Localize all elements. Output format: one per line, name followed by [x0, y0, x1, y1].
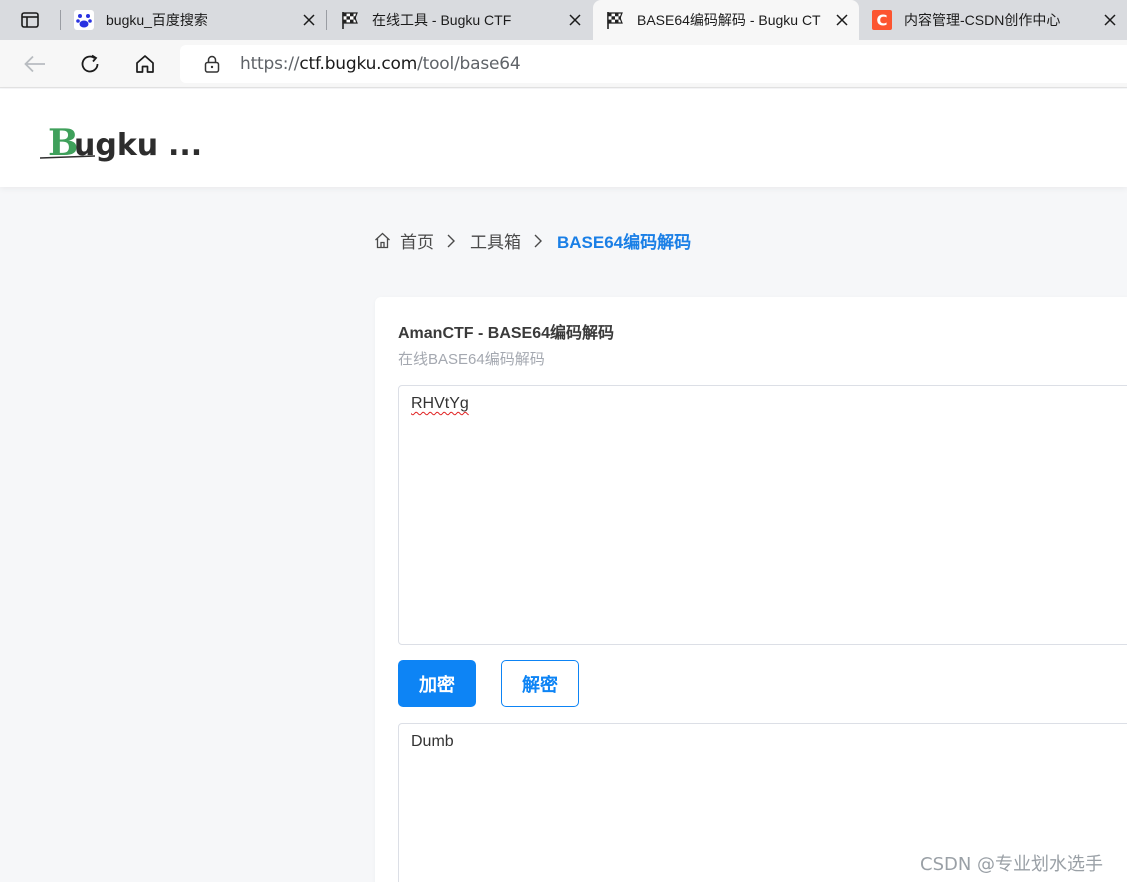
tab-csdn[interactable]: C 内容管理-CSDN创作中心 — [860, 0, 1127, 40]
baidu-paw-icon — [74, 10, 94, 30]
input-text: RHVtYg — [411, 395, 469, 412]
back-arrow-icon — [24, 55, 45, 73]
close-icon[interactable] — [566, 11, 584, 29]
back-button[interactable] — [20, 50, 50, 78]
encrypt-button[interactable]: 加密 — [398, 660, 476, 707]
svg-text:...: ... — [168, 128, 202, 163]
tab-title: 在线工具 - Bugku CTF — [372, 12, 512, 28]
close-icon[interactable] — [833, 11, 851, 29]
tab-base64[interactable]: BASE64编码解码 - Bugku CT — [593, 0, 859, 40]
csdn-watermark: CSDN @专业划水选手 — [920, 854, 1104, 875]
chevron-right-icon — [446, 234, 458, 248]
decrypt-button[interactable]: 解密 — [501, 660, 579, 707]
url-text: https://ctf.bugku.com/tool/base64 — [240, 54, 521, 74]
base64-tool-card: AmanCTF - BASE64编码解码 在线BASE64编码解码 RHVtYg… — [375, 297, 1127, 882]
checkered-flag-icon — [340, 10, 360, 30]
address-bar: https://ctf.bugku.com/tool/base64 — [0, 40, 1127, 88]
tab-separator — [60, 10, 61, 30]
home-icon — [136, 55, 154, 73]
breadcrumb-toolbox[interactable]: 工具箱 — [470, 228, 521, 253]
card-subtitle: 在线BASE64编码解码 — [398, 351, 545, 368]
close-icon[interactable] — [1101, 11, 1119, 29]
home-icon[interactable] — [374, 232, 392, 250]
tab-baidu[interactable]: bugku_百度搜索 — [62, 0, 326, 40]
output-text: Dumb — [411, 733, 454, 750]
tab-actions-icon — [21, 12, 39, 28]
tab-separator — [326, 10, 327, 30]
refresh-button[interactable] — [75, 50, 105, 78]
card-title: AmanCTF - BASE64编码解码 — [398, 325, 615, 342]
input-textarea[interactable]: RHVtYg — [398, 385, 1127, 645]
svg-text:C: C — [876, 12, 887, 30]
url-path: /tool/base64 — [417, 54, 521, 74]
refresh-icon — [81, 54, 99, 73]
chevron-right-icon — [533, 234, 545, 248]
svg-text:ugku: ugku — [74, 128, 158, 163]
url-host: ctf.bugku.com — [299, 54, 418, 74]
bugku-logo[interactable]: B ugku ... — [39, 113, 210, 164]
browser-tab-bar: bugku_百度搜索 在线工具 - Bugku CTF BASE64编码解码 -… — [0, 0, 1127, 40]
breadcrumb-current: BASE64编码解码 — [557, 233, 692, 252]
checkered-flag-icon — [605, 10, 625, 30]
close-icon[interactable] — [300, 11, 318, 29]
tab-title: 内容管理-CSDN创作中心 — [904, 12, 1061, 28]
lock-icon[interactable] — [202, 54, 222, 74]
url-scheme: https:// — [240, 54, 300, 74]
tab-title: BASE64编码解码 - Bugku CT — [637, 12, 821, 28]
csdn-c-icon: C — [872, 10, 892, 30]
url-field[interactable]: https://ctf.bugku.com/tool/base64 — [180, 45, 1127, 83]
breadcrumb-home[interactable]: 首页 — [400, 228, 434, 253]
tab-bugku-tools[interactable]: 在线工具 - Bugku CTF — [328, 0, 592, 40]
home-button[interactable] — [130, 50, 160, 78]
tab-title: bugku_百度搜索 — [106, 12, 208, 28]
site-header: B ugku ... — [0, 89, 1127, 187]
breadcrumb: 首页 工具箱 BASE64编码解码 — [374, 228, 691, 253]
tab-actions-button[interactable] — [10, 7, 50, 33]
